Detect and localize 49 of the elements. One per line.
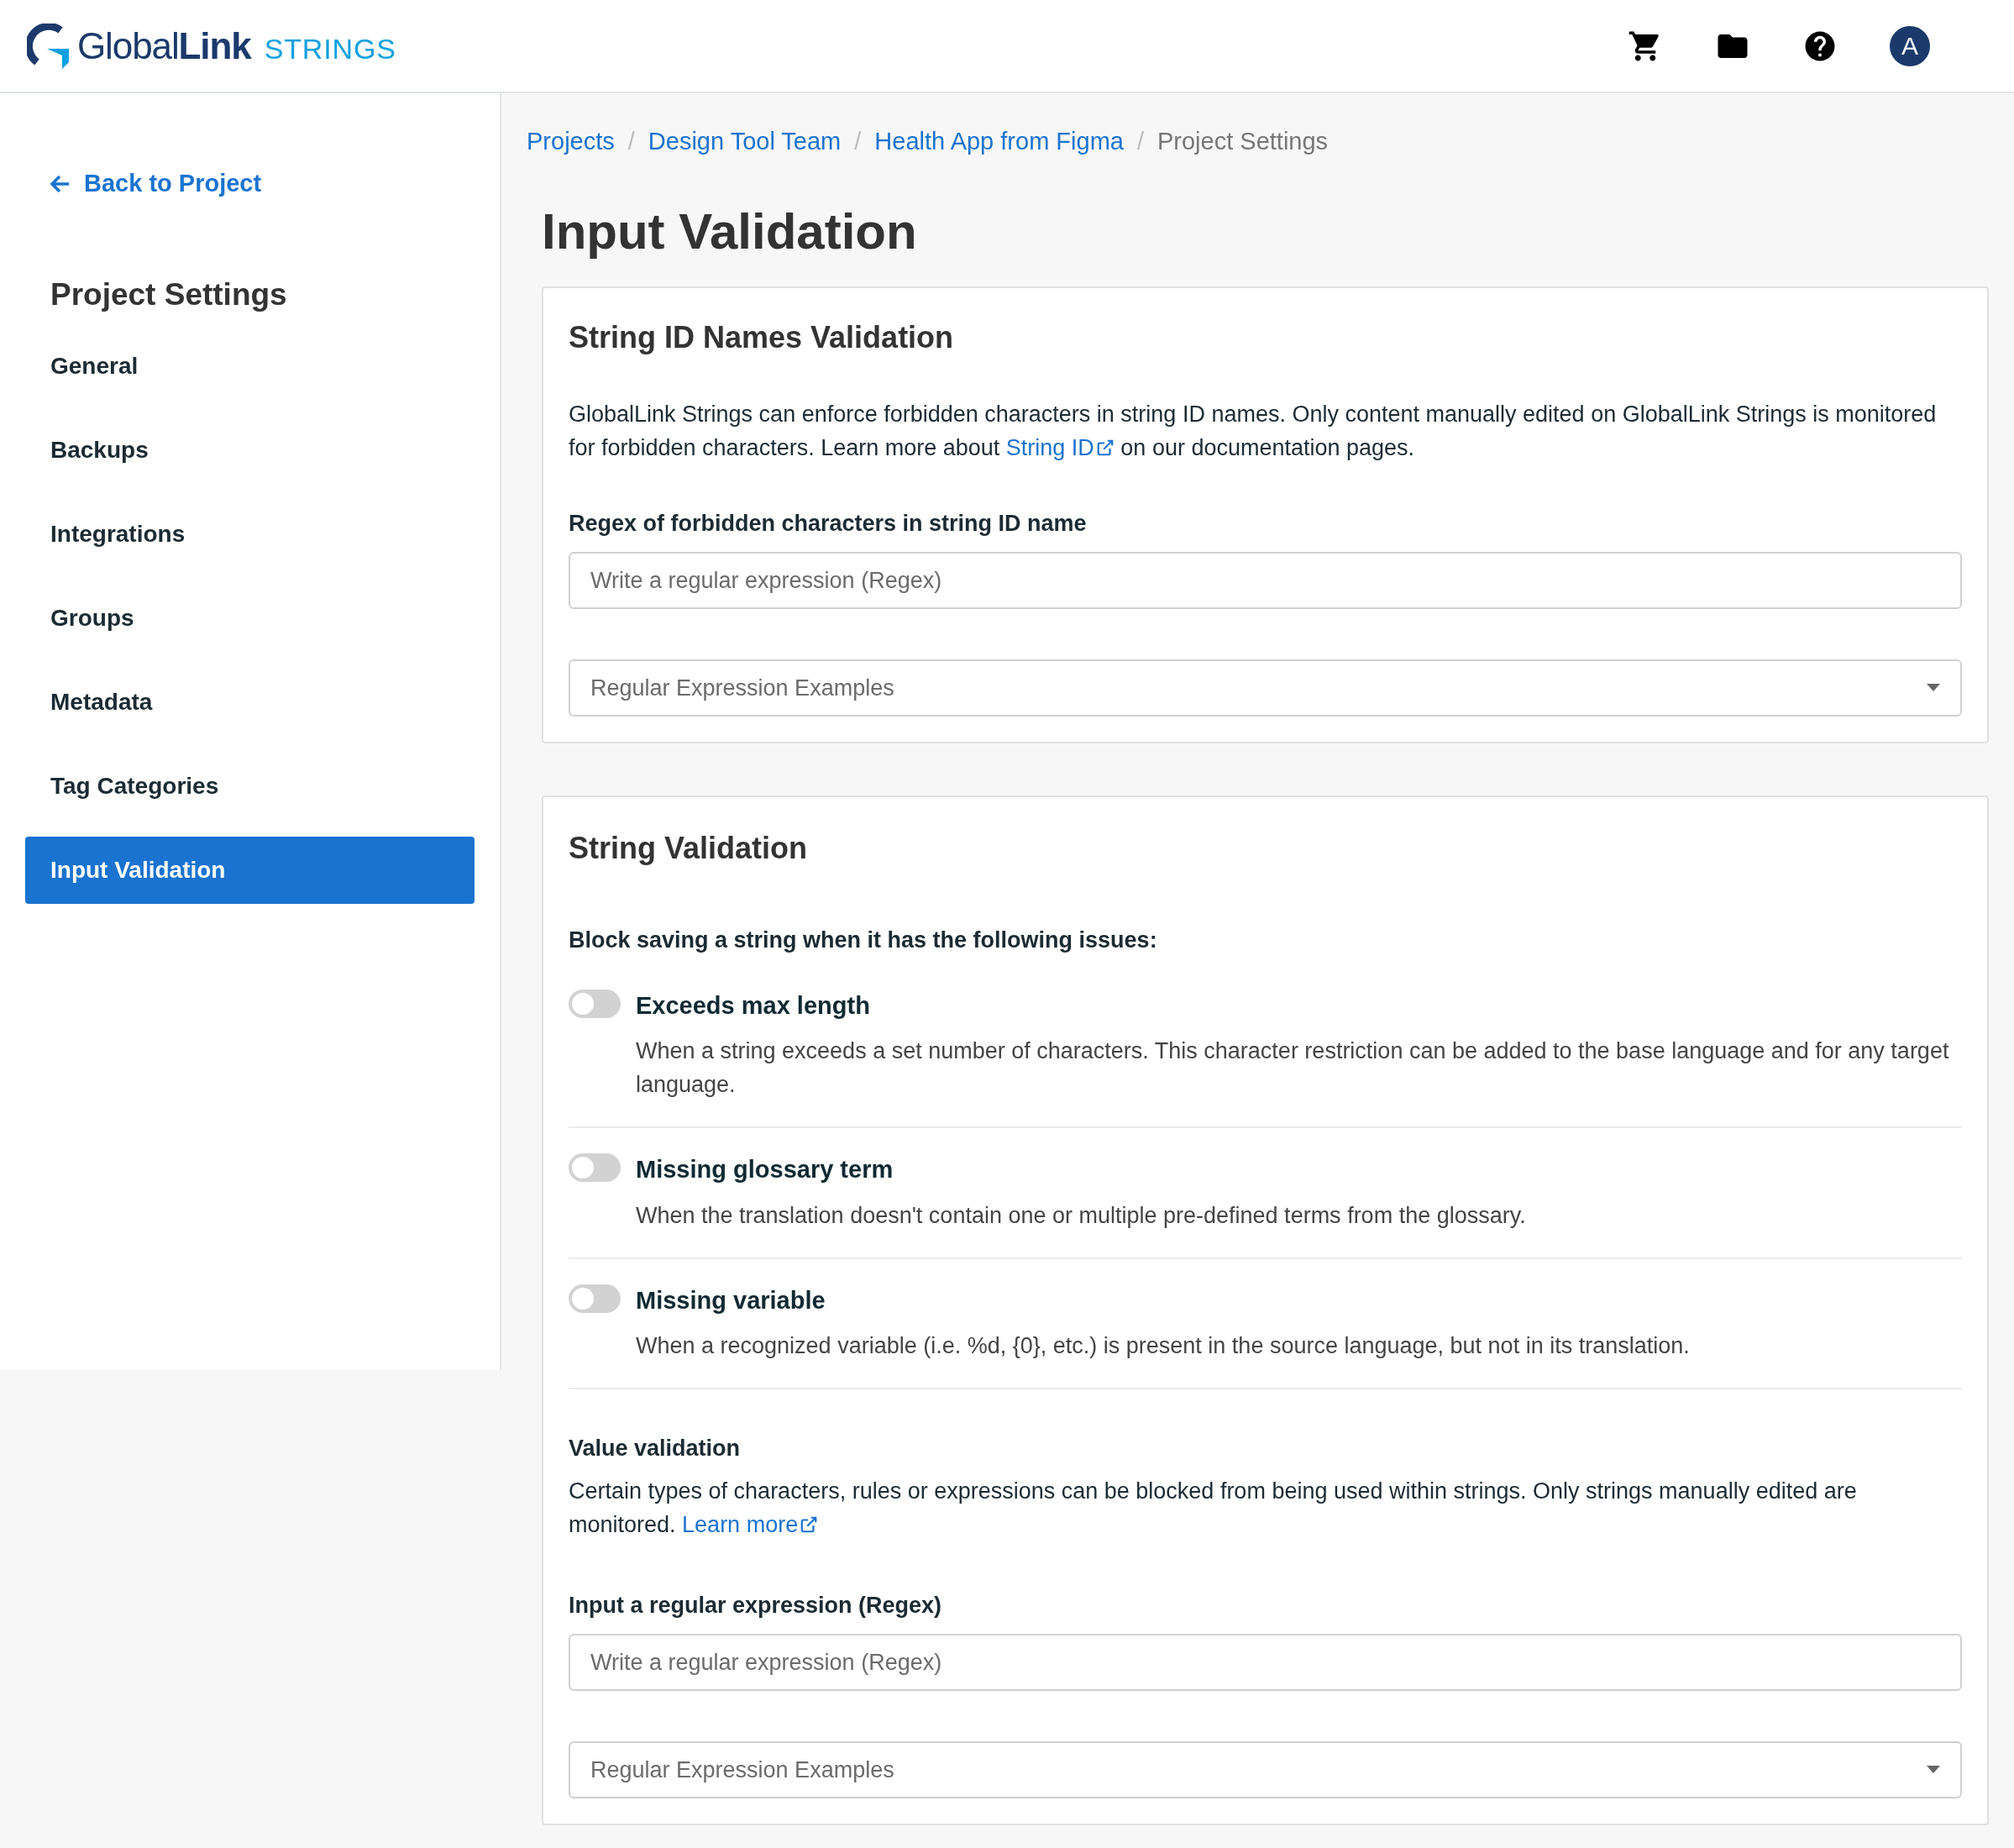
- sidebar-item[interactable]: Input Validation: [25, 837, 475, 904]
- sidebar-item[interactable]: Backups: [25, 417, 475, 484]
- logo-icon: [27, 23, 71, 69]
- sidebar-item[interactable]: Metadata: [25, 669, 475, 736]
- documentation-link[interactable]: String ID: [1005, 434, 1115, 460]
- rule-description: When the translation doesn't contain one or multiple pre-defined terms from the glossary.: [636, 1201, 1526, 1230]
- arrow-left-icon: [49, 173, 71, 194]
- regex-input-field[interactable]: Write a regular expression (Regex): [569, 1634, 1962, 1691]
- documentation-link[interactable]: Learn more: [682, 1511, 819, 1537]
- external-link-icon: [800, 1515, 819, 1534]
- toggle-switch[interactable]: [569, 1153, 621, 1182]
- breadcrumb-link[interactable]: Health App from Figma: [874, 123, 1124, 160]
- rule-description: When a string exceeds a set number of characters. This character restriction can be added to the base language and for any target language.: [636, 1037, 1950, 1099]
- toggle-switch[interactable]: [569, 989, 621, 1018]
- subsection-description: Certain types of characters, rules or expressions can be blocked from being used within strings. Only strings manually edited are monitored. Learn more: [569, 1477, 1858, 1539]
- breadcrumb-separator: /: [854, 127, 862, 156]
- subsection-title: Value validation: [569, 1435, 742, 1462]
- user-avatar[interactable]: A: [1890, 25, 1930, 66]
- caret-icon: [1927, 684, 1940, 692]
- breadcrumb-link[interactable]: Projects: [527, 123, 615, 160]
- sidebar-item[interactable]: Tag Categories: [25, 753, 475, 820]
- card-title: String Validation: [569, 830, 809, 867]
- section-subtitle: Block saving a string when it has the following issues:: [569, 927, 1158, 954]
- product-name: STRINGS: [264, 32, 396, 66]
- card-title: String ID Names Validation: [569, 318, 955, 356]
- regex-input-field[interactable]: Write a regular expression (Regex): [569, 552, 1962, 609]
- sidebar-item[interactable]: Integrations: [25, 501, 475, 568]
- toggle-switch[interactable]: [569, 1284, 621, 1313]
- rule-title: Exceeds max length: [636, 990, 871, 1021]
- sidebar-title: Project Settings: [50, 276, 288, 313]
- rule-description: When a recognized variable (i.e. %d, {0}, etc.) is present in the source language, but not in its translation.: [636, 1332, 1690, 1360]
- rule-title: Missing variable: [636, 1285, 826, 1315]
- back-link[interactable]: Back to Project: [25, 165, 475, 202]
- card-description: GlobalLink Strings can enforce forbidden characters in string ID names. Only content manually edited on GlobalLink Strings is monitored for forbidden characters. Learn more about String ID on our documentation pages.: [569, 400, 1938, 462]
- field-label: Regex of forbidden characters in string ID name: [569, 509, 1088, 538]
- page-title: Input Validation: [542, 202, 918, 261]
- sidebar-item[interactable]: General: [25, 333, 475, 400]
- breadcrumb-separator: /: [1136, 127, 1144, 156]
- caret-icon: [1927, 1766, 1940, 1774]
- examples-dropdown[interactable]: Regular Expression Examples: [569, 659, 1962, 717]
- external-link-icon: [1095, 438, 1115, 457]
- examples-dropdown[interactable]: Regular Expression Examples: [569, 1741, 1962, 1798]
- breadcrumb-link[interactable]: Design Tool Team: [648, 123, 842, 160]
- sidebar-item[interactable]: Groups: [25, 585, 475, 652]
- breadcrumb-separator: /: [627, 127, 635, 156]
- current-page-label: Project Settings: [1157, 127, 1329, 156]
- logo-text: GlobalLink: [77, 24, 251, 68]
- rule-title: Missing glossary term: [636, 1155, 894, 1184]
- field-label: Input a regular expression (Regex): [569, 1591, 943, 1620]
